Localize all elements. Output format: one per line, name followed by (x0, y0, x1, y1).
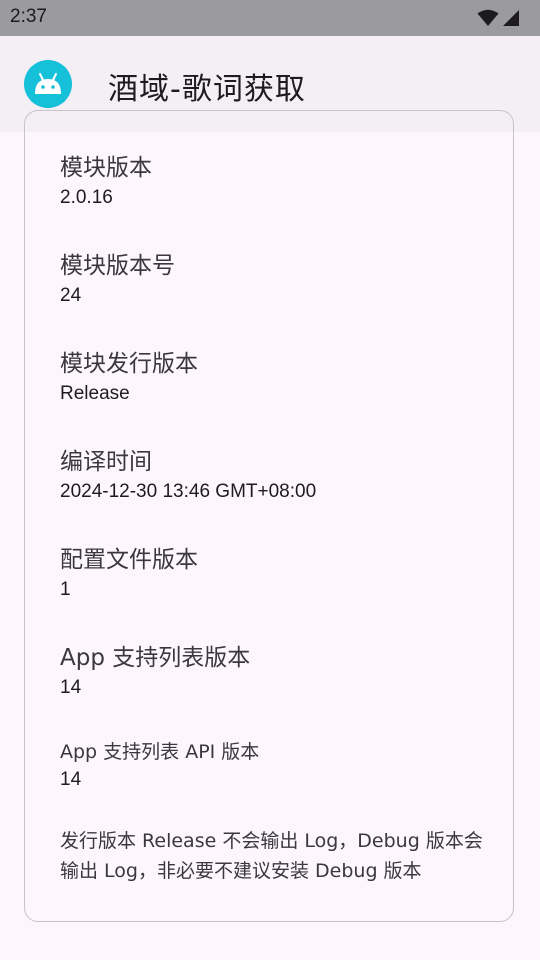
info-card (24, 110, 514, 922)
build-time-item: 编译时间 2024-12-30 13:46 GMT+08:00 (60, 442, 316, 503)
app-title: 酒域-歌词获取 (108, 72, 306, 107)
module-version-value: 2.0.16 (60, 187, 113, 208)
module-version-code-value: 24 (60, 285, 82, 306)
app-support-list-version-item: App 支持列表版本 14 (60, 638, 250, 699)
app-support-list-version-label: App 支持列表版本 (60, 645, 251, 671)
module-version-item: 模块版本 2.0.16 (60, 148, 152, 209)
build-time-label: 编译时间 (60, 449, 152, 475)
module-version-code-item: 模块版本号 24 (60, 246, 175, 307)
app-support-list-api-version-value: 14 (60, 769, 82, 790)
status-icons (477, 8, 520, 28)
wifi-icon (477, 9, 499, 26)
module-version-code-label: 模块版本号 (60, 253, 175, 279)
app-support-list-api-version-item: App 支持列表 API 版本 14 (60, 737, 259, 791)
release-type-value: Release (60, 383, 130, 404)
config-version-value: 1 (60, 579, 71, 600)
config-version-label: 配置文件版本 (60, 547, 198, 573)
release-type-item: 模块发行版本 Release (60, 344, 198, 405)
build-time-value: 2024-12-30 13:46 GMT+08:00 (60, 481, 317, 502)
status-time: 2:37 (10, 6, 47, 27)
release-note: 发行版本 Release 不会输出 Log，Debug 版本会输出 Log，非必… (60, 830, 483, 882)
cellular-signal-icon (503, 10, 519, 26)
app-support-list-api-version-label: App 支持列表 API 版本 (60, 741, 260, 763)
app-support-list-version-value: 14 (60, 677, 82, 698)
android-icon (24, 60, 72, 108)
config-version-item: 配置文件版本 1 (60, 540, 198, 601)
status-bar: 2:37 (0, 0, 540, 36)
module-version-label: 模块版本 (60, 155, 152, 181)
release-type-label: 模块发行版本 (60, 351, 198, 377)
